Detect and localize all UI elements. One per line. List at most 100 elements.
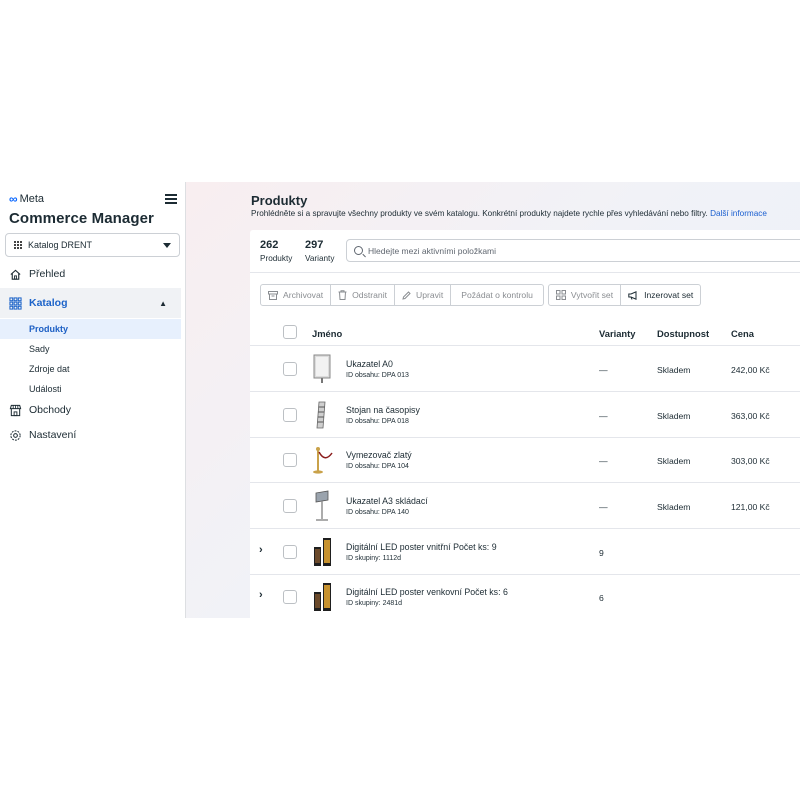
sidebar-subitem-label: Produkty <box>29 324 69 334</box>
search-placeholder: Hledejte mezi aktivními položkami <box>368 245 497 256</box>
sidebar-subitem-label: Sady <box>29 344 50 354</box>
table-header: Jméno Varianty Dostupnost Cena <box>250 319 800 346</box>
product-price: 303,00 Kč <box>731 456 770 466</box>
sidebar-item-label: Katalog <box>29 297 68 309</box>
sidebar-item-settings[interactable]: Nastavení <box>0 423 181 447</box>
sidebar-item-catalog[interactable]: Katalog ▲ <box>0 288 181 318</box>
row-checkbox[interactable] <box>283 453 297 467</box>
catalog-selector[interactable]: Katalog DRENT <box>5 233 180 257</box>
table-row-group[interactable]: › Digitální LED poster vnitřní Počet ks:… <box>250 530 800 575</box>
row-checkbox[interactable] <box>283 362 297 376</box>
meta-infinity-icon: ∞ <box>9 192 18 206</box>
meta-logo: ∞ Meta <box>9 192 44 206</box>
main-content: Produkty Prohlédněte si a spravujte všec… <box>186 182 800 618</box>
catalog-grid-icon <box>14 241 22 249</box>
product-name[interactable]: Vymezovač zlatý <box>346 450 412 460</box>
chevron-right-icon[interactable]: › <box>259 544 263 556</box>
chevron-up-icon[interactable]: ▲ <box>159 299 167 308</box>
sidebar-item-shops[interactable]: Obchody <box>0 398 181 422</box>
variants-count: 297 <box>305 239 324 251</box>
archive-button[interactable]: Archivovat <box>260 284 332 306</box>
products-count: 262 <box>260 239 279 251</box>
sidebar-item-label: Přehled <box>29 268 66 280</box>
home-icon <box>10 269 21 280</box>
product-group-id: ID skupiny: 2481d <box>346 600 403 607</box>
sidebar-subitem-events[interactable]: Události <box>0 379 181 399</box>
column-header-price[interactable]: Cena <box>731 328 754 339</box>
column-header-variants[interactable]: Varianty <box>599 328 635 339</box>
product-thumbnail-rope-post <box>313 447 333 474</box>
page-description: Prohlédněte si a spravujte všechny produ… <box>251 209 767 218</box>
product-price: 121,00 Kč <box>731 502 770 512</box>
archive-button-label: Archivovat <box>283 290 324 300</box>
sidebar-item-overview[interactable]: Přehled <box>0 262 181 286</box>
table-row[interactable]: Ukazatel A0 ID obsahu: DPA 013 — Skladem… <box>250 347 800 392</box>
commerce-manager-app: ∞ Meta Commerce Manager Katalog DRENT Př… <box>0 182 800 618</box>
delete-button-label: Odstranit <box>352 290 387 300</box>
sidebar-header: ∞ Meta <box>9 192 177 206</box>
product-variants: — <box>599 456 608 466</box>
menu-icon[interactable] <box>165 194 177 204</box>
select-all-checkbox[interactable] <box>283 325 297 339</box>
product-thumbnail-a3-stand <box>315 490 329 521</box>
divider <box>250 272 800 273</box>
product-name[interactable]: Ukazatel A0 <box>346 359 393 369</box>
table-row[interactable]: Vymezovač zlatý ID obsahu: DPA 104 — Skl… <box>250 438 800 483</box>
pencil-icon <box>402 290 411 300</box>
table-row[interactable]: Stojan na časopisy ID obsahu: DPA 018 — … <box>250 393 800 438</box>
delete-button[interactable]: Odstranit <box>330 284 395 306</box>
product-availability: Skladem <box>657 365 691 375</box>
variants-count-label: Varianty <box>305 254 335 263</box>
product-variants: — <box>599 365 608 375</box>
products-count-label: Produkty <box>260 254 293 263</box>
page-title: Produkty <box>251 193 308 208</box>
product-name[interactable]: Digitální LED poster venkovní Počet ks: … <box>346 587 508 597</box>
sidebar-subitem-label: Zdroje dat <box>29 364 70 374</box>
row-checkbox[interactable] <box>283 499 297 513</box>
product-id: ID obsahu: DPA 018 <box>346 418 409 425</box>
product-variants: 9 <box>599 548 604 558</box>
product-name[interactable]: Stojan na časopisy <box>346 405 420 415</box>
product-thumbnail-led-poster <box>314 583 331 611</box>
products-card: 262 Produkty 297 Varianty Hledejte mezi … <box>250 230 800 618</box>
shop-icon <box>9 404 22 416</box>
bulk-actions-toolbar: Archivovat Odstranit Upravit Požádat o k… <box>260 284 702 306</box>
product-name[interactable]: Digitální LED poster vnitřní Počet ks: 9 <box>346 542 497 552</box>
variants-count-stat: 297 Varianty <box>305 239 334 263</box>
archive-icon <box>268 290 278 300</box>
sidebar-subitem-data-sources[interactable]: Zdroje dat <box>0 359 181 379</box>
sidebar-item-label: Nastavení <box>29 429 77 441</box>
column-header-availability[interactable]: Dostupnost <box>657 328 709 339</box>
request-review-button-label: Požádat o kontrolu <box>461 290 533 300</box>
app-title: Commerce Manager <box>9 210 154 227</box>
product-name[interactable]: Ukazatel A3 skládací <box>346 496 428 506</box>
sidebar-subitem-label: Události <box>29 384 62 394</box>
learn-more-link[interactable]: Další informace <box>710 209 767 218</box>
grid-icon <box>555 290 566 300</box>
sidebar: ∞ Meta Commerce Manager Katalog DRENT Př… <box>0 182 186 618</box>
column-header-name[interactable]: Jméno <box>312 328 342 339</box>
product-variants: 6 <box>599 593 604 603</box>
page-description-text: Prohlédněte si a spravujte všechny produ… <box>251 209 708 218</box>
search-icon <box>354 246 363 255</box>
sidebar-subitem-products[interactable]: Produkty <box>0 319 181 339</box>
products-count-stat: 262 Produkty <box>260 239 292 263</box>
request-review-button[interactable]: Požádat o kontrolu <box>450 284 544 306</box>
catalog-selector-label: Katalog DRENT <box>28 240 93 250</box>
product-id: ID obsahu: DPA 104 <box>346 463 409 470</box>
table-row[interactable]: Ukazatel A3 skládací ID obsahu: DPA 140 … <box>250 484 800 529</box>
search-input[interactable]: Hledejte mezi aktivními položkami <box>346 239 800 262</box>
caret-down-icon <box>163 242 171 248</box>
advertise-set-button[interactable]: Inzerovat set <box>620 284 702 306</box>
row-checkbox[interactable] <box>283 545 297 559</box>
row-checkbox[interactable] <box>283 408 297 422</box>
edit-button[interactable]: Upravit <box>394 284 452 306</box>
row-checkbox[interactable] <box>283 590 297 604</box>
catalog-grid-icon <box>9 296 22 310</box>
table-row-group[interactable]: › Digitální LED poster venkovní Počet ks… <box>250 575 800 618</box>
sidebar-subitem-sets[interactable]: Sady <box>0 339 181 359</box>
edit-button-label: Upravit <box>416 290 444 300</box>
chevron-right-icon[interactable]: › <box>259 589 263 601</box>
product-price: 363,00 Kč <box>731 411 770 421</box>
create-set-button[interactable]: Vytvořit set <box>547 284 622 306</box>
